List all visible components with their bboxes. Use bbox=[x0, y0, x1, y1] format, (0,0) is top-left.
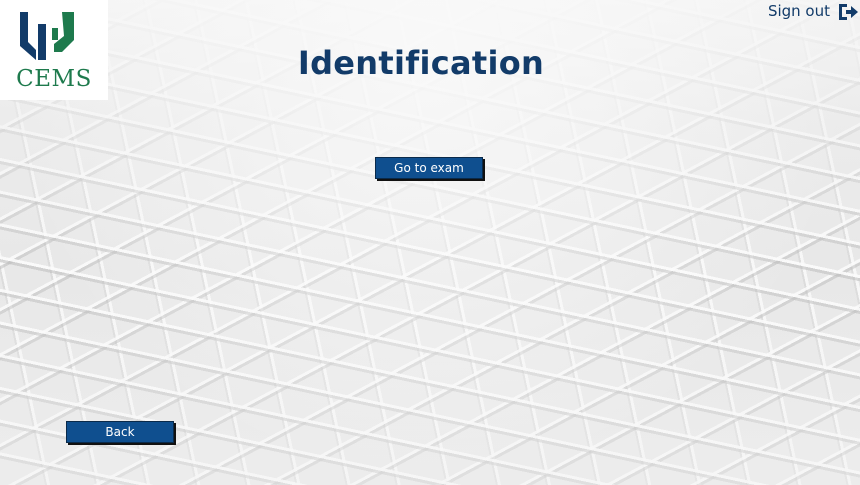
go-to-exam-button[interactable]: Go to exam bbox=[375, 157, 483, 179]
page-title: Identification bbox=[297, 44, 545, 82]
back-button[interactable]: Back bbox=[66, 421, 174, 443]
sign-out-label: Sign out bbox=[767, 1, 830, 20]
sign-out-icon bbox=[839, 4, 858, 20]
sign-out-link[interactable]: Sign out bbox=[768, 0, 860, 24]
